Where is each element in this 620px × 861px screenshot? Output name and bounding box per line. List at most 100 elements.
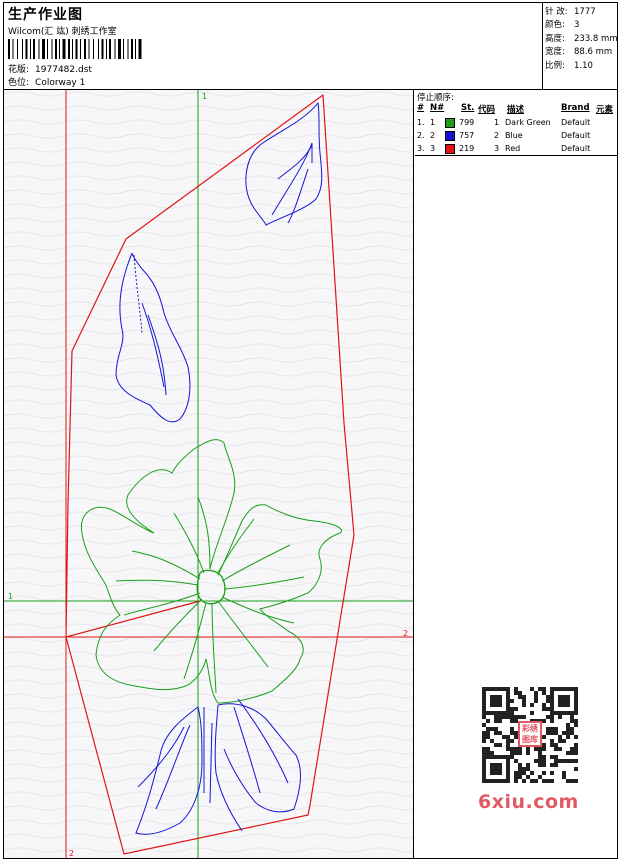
qr-cell xyxy=(554,711,558,715)
design-canvas[interactable]: 1 1 2 2 xyxy=(4,90,414,858)
qr-cell xyxy=(522,771,526,775)
qr-cell xyxy=(494,763,498,767)
qr-cell xyxy=(518,775,522,779)
qr-cell xyxy=(562,771,566,775)
qr-cell xyxy=(566,695,570,699)
qr-cell xyxy=(554,687,558,691)
col-num: # xyxy=(417,103,425,113)
qr-cell xyxy=(494,743,498,747)
embroidery-design: 1 1 2 2 xyxy=(4,90,413,858)
colorway-label: 色位: xyxy=(8,78,30,88)
qr-cell xyxy=(530,687,534,691)
qr-cell xyxy=(506,747,510,751)
barcode-bar xyxy=(138,39,142,59)
qr-cell xyxy=(482,703,486,707)
qr-cell xyxy=(558,747,562,751)
barcode-bar xyxy=(12,39,14,59)
qr-cell xyxy=(534,759,538,763)
qr-cell xyxy=(482,707,486,711)
qr-cell xyxy=(542,735,546,739)
qr-cell xyxy=(566,711,570,715)
qr-cell xyxy=(482,715,486,719)
qr-cell xyxy=(538,751,542,755)
sequence-header: # N# St. 代码 描述 Brand 元素 xyxy=(415,103,617,115)
qr-cell xyxy=(506,767,510,771)
table-row[interactable]: 2. 2 757 2 Blue Default xyxy=(415,130,617,143)
table-row[interactable]: 1. 1 799 1 Dark Green Default xyxy=(415,117,617,130)
qr-cell xyxy=(574,767,578,771)
qr-cell xyxy=(542,703,546,707)
qr-cell xyxy=(554,747,558,751)
qr-cell xyxy=(546,707,550,711)
barcode-bar xyxy=(55,39,57,59)
col-element: 元素 xyxy=(596,105,614,115)
qr-cell xyxy=(550,743,554,747)
qr-cell xyxy=(562,703,566,707)
qr-cell xyxy=(494,771,498,775)
qr-cell xyxy=(562,695,566,699)
qr-cell xyxy=(542,759,546,763)
qr-cell xyxy=(514,775,518,779)
qr-cell xyxy=(518,767,522,771)
qr-cell xyxy=(502,779,506,783)
qr-cell xyxy=(550,771,554,775)
qr-cell xyxy=(526,767,530,771)
qr-cell xyxy=(486,779,490,783)
barcode-bar xyxy=(47,39,48,59)
qr-cell xyxy=(538,755,542,759)
qr-cell xyxy=(482,767,486,771)
qr-cell xyxy=(574,751,578,755)
qr-cell xyxy=(546,779,550,783)
color-swatch xyxy=(445,144,455,154)
barcode-bar xyxy=(131,39,133,59)
qr-cell xyxy=(498,743,502,747)
qr-cell xyxy=(558,695,562,699)
qr-cell xyxy=(502,755,506,759)
qr-cell xyxy=(574,723,578,727)
qr-cell xyxy=(550,727,554,731)
qr-cell xyxy=(502,711,506,715)
qr-cell xyxy=(486,751,490,755)
qr-cell xyxy=(482,763,486,767)
qr-cell xyxy=(538,759,542,763)
qr-cell xyxy=(506,771,510,775)
qr-cell xyxy=(546,715,550,719)
qr-cell xyxy=(502,687,506,691)
qr-cell xyxy=(566,699,570,703)
qr-cell xyxy=(574,711,578,715)
sequence-title: 停止顺序: xyxy=(417,93,454,103)
qr-cell xyxy=(482,699,486,703)
qr-cell xyxy=(534,695,538,699)
qr-cell xyxy=(482,691,486,695)
qr-cell xyxy=(518,747,522,751)
qr-cell xyxy=(482,771,486,775)
qr-cell xyxy=(482,687,486,691)
qr-cell xyxy=(566,779,570,783)
header-info: 生产作业图 Wilcom(汇 竑) 刺绣工作室 花版: 1977482.dst 色… xyxy=(4,3,542,89)
qr-cell xyxy=(510,707,514,711)
qr-cell xyxy=(562,699,566,703)
qr-cell xyxy=(542,755,546,759)
qr-cell xyxy=(566,687,570,691)
qr-cell xyxy=(498,715,502,719)
qr-cell xyxy=(514,751,518,755)
qr-cell xyxy=(550,715,554,719)
qr-cell xyxy=(554,731,558,735)
axis-label-red-bottom: 2 xyxy=(69,849,74,858)
qr-cell xyxy=(570,779,574,783)
barcode-bar xyxy=(33,39,35,59)
qr-cell xyxy=(490,727,494,731)
qr-cell xyxy=(562,775,566,779)
qr-cell xyxy=(490,699,494,703)
qr-cell xyxy=(514,759,518,763)
qr-cell xyxy=(494,711,498,715)
qr-cell xyxy=(482,747,486,751)
qr-cell xyxy=(506,739,510,743)
colorway-value: Colorway 1 xyxy=(35,78,86,88)
qr-cell xyxy=(538,747,542,751)
qr-cell xyxy=(558,715,562,719)
barcode-bar xyxy=(127,39,129,59)
qr-cell xyxy=(506,715,510,719)
qr-cell xyxy=(570,711,574,715)
qr-cell xyxy=(554,763,558,767)
